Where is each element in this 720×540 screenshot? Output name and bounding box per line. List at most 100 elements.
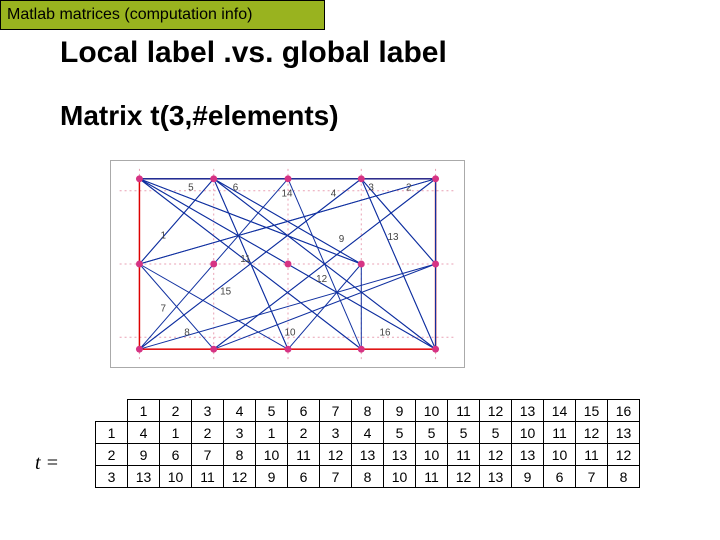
col-header: 13 xyxy=(512,400,544,422)
matrix-cell: 5 xyxy=(480,422,512,444)
matrix-cell: 1 xyxy=(160,422,192,444)
mesh-node xyxy=(136,261,143,268)
mesh-node xyxy=(210,261,217,268)
col-header: 1 xyxy=(128,400,160,422)
element-label: 14 xyxy=(281,189,293,200)
matrix-cell: 2 xyxy=(192,422,224,444)
col-header: 3 xyxy=(192,400,224,422)
col-header: 5 xyxy=(256,400,288,422)
matrix-cell: 13 xyxy=(608,422,640,444)
mesh-node xyxy=(210,175,217,182)
matrix-cell: 12 xyxy=(480,444,512,466)
matrix-cell: 4 xyxy=(128,422,160,444)
matrix-cell: 12 xyxy=(608,444,640,466)
header-band-text: Matlab matrices (computation info) xyxy=(7,6,252,24)
matrix-cell: 5 xyxy=(416,422,448,444)
title-main: Local label .vs. global label xyxy=(60,36,447,70)
matrix-cell: 12 xyxy=(320,444,352,466)
col-header: 14 xyxy=(544,400,576,422)
matrix-table: 1234567891011121314151614123123455551011… xyxy=(95,399,640,488)
element-label: 10 xyxy=(284,327,296,338)
t-equals-label: t = xyxy=(35,452,59,475)
matrix-cell: 10 xyxy=(256,444,288,466)
matrix-cell: 7 xyxy=(320,466,352,488)
element-label: 1 xyxy=(160,230,166,241)
matrix-cell: 6 xyxy=(544,466,576,488)
matrix-cell: 5 xyxy=(448,422,480,444)
matrix-cell: 6 xyxy=(160,444,192,466)
col-header: 4 xyxy=(224,400,256,422)
col-header: 2 xyxy=(160,400,192,422)
matrix-cell: 6 xyxy=(288,466,320,488)
mesh-node xyxy=(285,346,292,353)
col-header: 8 xyxy=(352,400,384,422)
matrix-cell: 13 xyxy=(512,444,544,466)
matrix-cell: 8 xyxy=(352,466,384,488)
matrix-cell: 9 xyxy=(128,444,160,466)
mesh-node xyxy=(285,261,292,268)
mesh-node xyxy=(210,346,217,353)
element-label: 11 xyxy=(240,254,251,265)
matrix-cell: 11 xyxy=(448,444,480,466)
element-label: 15 xyxy=(220,287,232,298)
matrix-cell: 9 xyxy=(256,466,288,488)
matrix-cell: 2 xyxy=(288,422,320,444)
matrix-cell: 13 xyxy=(384,444,416,466)
matrix-cell: 10 xyxy=(416,444,448,466)
col-header: 11 xyxy=(448,400,480,422)
element-label: 7 xyxy=(160,304,166,315)
mesh-node xyxy=(136,175,143,182)
matrix-cell: 13 xyxy=(352,444,384,466)
matrix-cell: 3 xyxy=(224,422,256,444)
matrix-cell: 13 xyxy=(128,466,160,488)
element-label: 13 xyxy=(387,232,399,243)
mesh-node xyxy=(285,175,292,182)
matrix-cell: 10 xyxy=(384,466,416,488)
matrix-cell: 11 xyxy=(544,422,576,444)
matrix-cell: 1 xyxy=(256,422,288,444)
mesh-node xyxy=(432,346,439,353)
row-header: 1 xyxy=(96,422,128,444)
mesh-node xyxy=(136,346,143,353)
element-label: 12 xyxy=(316,274,327,285)
matrix-cell: 7 xyxy=(576,466,608,488)
col-header: 15 xyxy=(576,400,608,422)
matrix-cell: 11 xyxy=(416,466,448,488)
matrix-cell: 3 xyxy=(320,422,352,444)
matrix-cell: 12 xyxy=(448,466,480,488)
matrix-cell: 10 xyxy=(512,422,544,444)
matrix-cell: 12 xyxy=(224,466,256,488)
col-header: 6 xyxy=(288,400,320,422)
mesh-node xyxy=(358,261,365,268)
row-header: 3 xyxy=(96,466,128,488)
matrix-cell: 10 xyxy=(544,444,576,466)
col-header: 10 xyxy=(416,400,448,422)
col-header: 16 xyxy=(608,400,640,422)
mesh-node xyxy=(358,175,365,182)
mesh-svg: 12345678910111213141516 xyxy=(111,161,464,367)
table-corner xyxy=(96,400,128,422)
mesh-diagram: 12345678910111213141516 xyxy=(110,160,465,368)
matrix-cell: 8 xyxy=(224,444,256,466)
matrix-cell: 4 xyxy=(352,422,384,444)
element-label: 9 xyxy=(339,234,345,245)
matrix-cell: 7 xyxy=(192,444,224,466)
matrix-cell: 10 xyxy=(160,466,192,488)
element-label: 16 xyxy=(380,327,392,338)
mesh-node xyxy=(432,261,439,268)
matrix-cell: 5 xyxy=(384,422,416,444)
matrix-cell: 8 xyxy=(608,466,640,488)
element-label: 8 xyxy=(184,327,190,338)
matrix-cell: 12 xyxy=(576,422,608,444)
row-header: 2 xyxy=(96,444,128,466)
matrix-cell: 11 xyxy=(288,444,320,466)
element-label: 2 xyxy=(406,183,412,194)
element-label: 5 xyxy=(188,183,194,194)
col-header: 9 xyxy=(384,400,416,422)
element-label: 6 xyxy=(233,183,239,194)
matrix-cell: 11 xyxy=(192,466,224,488)
col-header: 12 xyxy=(480,400,512,422)
col-header: 7 xyxy=(320,400,352,422)
title-sub: Matrix t(3,#elements) xyxy=(60,100,339,132)
header-band: Matlab matrices (computation info) xyxy=(0,0,325,30)
